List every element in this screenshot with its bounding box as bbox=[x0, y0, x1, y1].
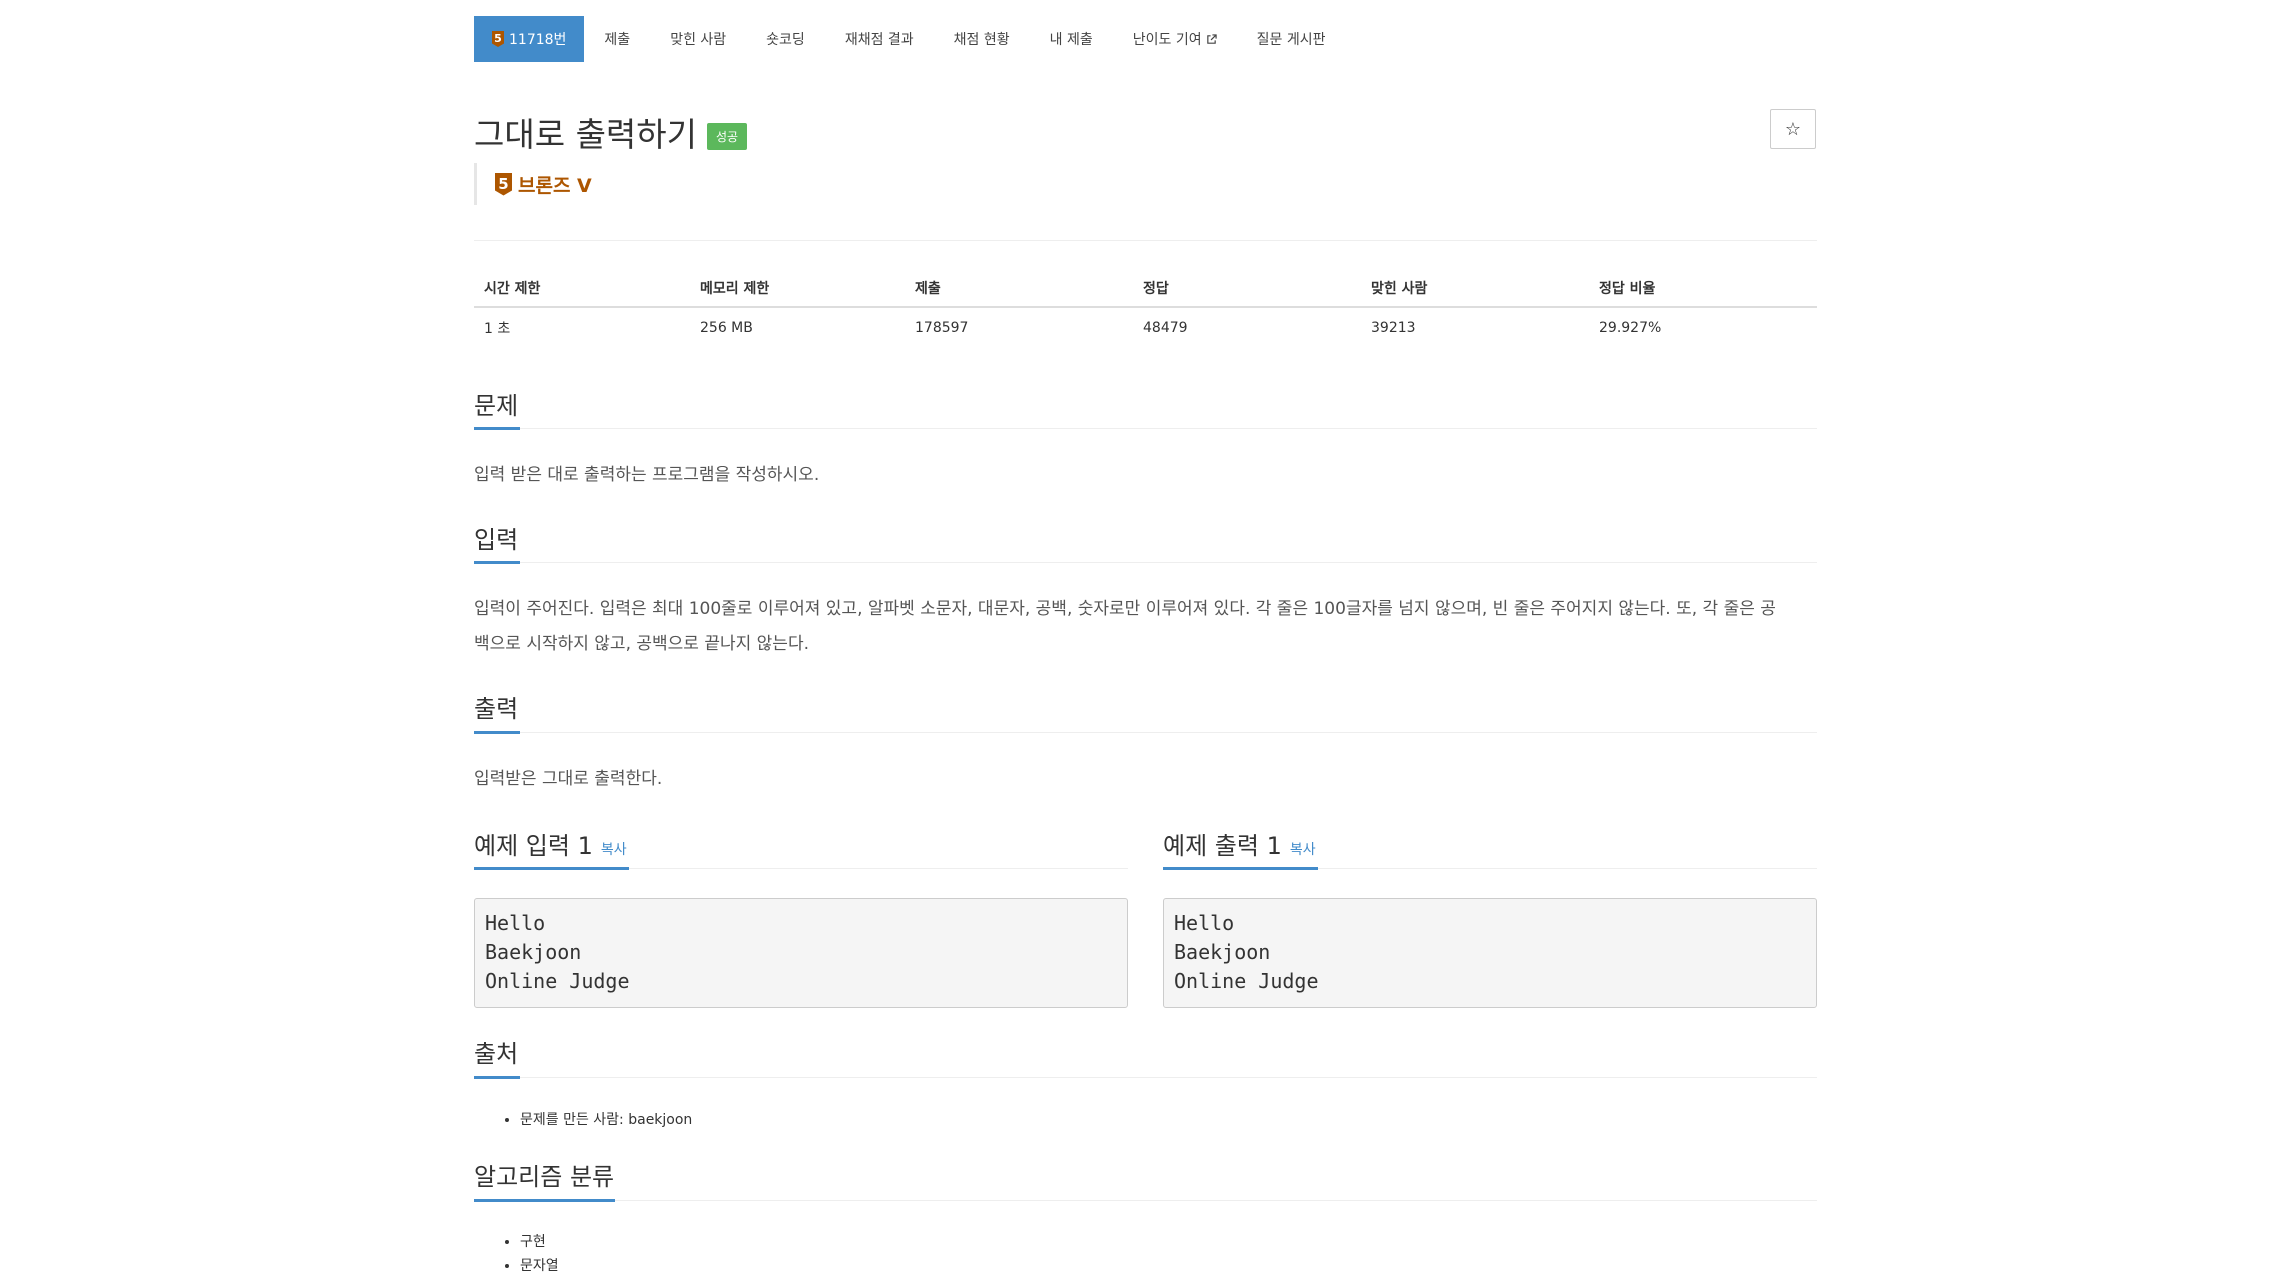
divider bbox=[474, 732, 1817, 733]
sample-input-title-row: 예제 입력 1 복사 bbox=[474, 826, 627, 861]
difficulty-contribution-label: 난이도 기여 bbox=[1132, 32, 1202, 48]
divider bbox=[474, 428, 1817, 429]
algorithm-tag-list: 구현 문자열 bbox=[474, 1230, 559, 1278]
section-underline bbox=[1163, 867, 1318, 870]
header-submissions: 제출 bbox=[905, 270, 1133, 308]
star-icon: ☆ bbox=[1784, 118, 1802, 140]
input-description-line: 백으로 시작하지 않고, 공백으로 끝나지 않는다. bbox=[474, 634, 809, 654]
section-underline bbox=[474, 561, 520, 564]
section-title-output: 출력 bbox=[474, 695, 519, 723]
problem-tier: 5 브론즈 V bbox=[474, 163, 592, 205]
sample-input[interactable]: Hello Baekjoon Online Judge bbox=[474, 898, 1128, 1008]
accept-ratio-value: 29.927% bbox=[1599, 320, 1662, 336]
nav-rejudge-results[interactable]: 재채점 결과 bbox=[825, 16, 934, 62]
nav-solved-users[interactable]: 맞힌 사람 bbox=[650, 16, 746, 62]
solved-users-value[interactable]: 39213 bbox=[1361, 307, 1589, 348]
problem-title: 그대로 출력하기 bbox=[474, 115, 698, 154]
memory-limit-value: 256 MB bbox=[700, 320, 753, 336]
status-badge: 성공 bbox=[707, 122, 748, 150]
copy-sample-input-button[interactable]: 복사 bbox=[601, 842, 627, 858]
external-link-icon bbox=[1206, 33, 1217, 44]
section-title-sample-output: 예제 출력 1 bbox=[1163, 832, 1282, 860]
table-header-row: 시간 제한 메모리 제한 제출 정답 맞힌 사람 정답 비율 bbox=[474, 270, 1817, 308]
section-title-input: 입력 bbox=[474, 526, 519, 554]
sample-output[interactable]: Hello Baekjoon Online Judge bbox=[1163, 898, 1817, 1008]
nav-judge-status[interactable]: 채점 현황 bbox=[934, 16, 1030, 62]
accepted-value[interactable]: 48479 bbox=[1133, 307, 1361, 348]
problem-description: 입력 받은 대로 출력하는 프로그램을 작성하시오. bbox=[474, 465, 820, 485]
divider bbox=[474, 1200, 1817, 1201]
source-list: 문제를 만든 사람: baekjoon bbox=[474, 1108, 692, 1132]
nav-short-coding[interactable]: 숏코딩 bbox=[746, 16, 825, 62]
bronze-tier-icon: 5 bbox=[492, 31, 504, 47]
header-accepted: 정답 bbox=[1133, 270, 1361, 308]
input-description-line: 입력이 주어진다. 입력은 최대 100줄로 이루어져 있고, 알파벳 소문자,… bbox=[474, 599, 1776, 619]
time-limit-value: 1 초 bbox=[484, 321, 511, 337]
divider bbox=[474, 240, 1817, 241]
bronze-tier-icon: 5 bbox=[495, 172, 512, 196]
input-description: 입력이 주어진다. 입력은 최대 100줄로 이루어져 있고, 알파벳 소문자,… bbox=[474, 592, 1817, 662]
section-title-description: 문제 bbox=[474, 392, 519, 420]
tier-name[interactable]: 브론즈 V bbox=[518, 171, 592, 198]
section-title-algorithm: 알고리즘 분류 bbox=[474, 1163, 615, 1191]
output-description: 입력받은 그대로 출력한다. bbox=[474, 769, 663, 789]
favorite-star-button[interactable]: ☆ bbox=[1770, 109, 1816, 149]
algorithm-tag[interactable]: 문자열 bbox=[520, 1254, 559, 1278]
divider bbox=[474, 562, 1817, 563]
header-solved-users: 맞힌 사람 bbox=[1361, 270, 1589, 308]
header-time-limit: 시간 제한 bbox=[474, 270, 690, 308]
nav-difficulty-contribution[interactable]: 난이도 기여 bbox=[1113, 16, 1237, 62]
copy-sample-output-button[interactable]: 복사 bbox=[1290, 842, 1316, 858]
section-title-sample-input: 예제 입력 1 bbox=[474, 832, 593, 860]
table-row: 1 초 256 MB 178597 48479 39213 29.927% bbox=[474, 307, 1817, 348]
submissions-value[interactable]: 178597 bbox=[905, 307, 1133, 348]
nav-problem-number[interactable]: 5 11718번 bbox=[474, 16, 585, 62]
header-accept-ratio: 정답 비율 bbox=[1589, 270, 1817, 308]
problem-nav: 5 11718번 제출 맞힌 사람 숏코딩 재채점 결과 채점 현황 내 제출 … bbox=[474, 16, 1345, 62]
nav-my-submissions[interactable]: 내 제출 bbox=[1030, 16, 1113, 62]
list-item: 문제를 만든 사람: baekjoon bbox=[520, 1108, 692, 1132]
nav-question-board[interactable]: 질문 게시판 bbox=[1237, 16, 1346, 62]
sample-output-title-row: 예제 출력 1 복사 bbox=[1163, 826, 1316, 861]
section-underline bbox=[474, 731, 520, 734]
divider bbox=[474, 1077, 1817, 1078]
section-underline bbox=[474, 1199, 615, 1202]
header-memory-limit: 메모리 제한 bbox=[690, 270, 905, 308]
section-underline bbox=[474, 427, 520, 430]
problem-number-label: 11718번 bbox=[509, 32, 567, 48]
problem-title-row: 그대로 출력하기 성공 bbox=[474, 108, 748, 156]
algorithm-tag[interactable]: 구현 bbox=[520, 1230, 559, 1254]
nav-submit[interactable]: 제출 bbox=[584, 16, 650, 62]
section-underline bbox=[474, 1076, 520, 1079]
problem-info-table: 시간 제한 메모리 제한 제출 정답 맞힌 사람 정답 비율 1 초 256 M… bbox=[474, 270, 1817, 348]
section-underline bbox=[474, 867, 629, 870]
section-title-source: 출처 bbox=[474, 1040, 519, 1068]
